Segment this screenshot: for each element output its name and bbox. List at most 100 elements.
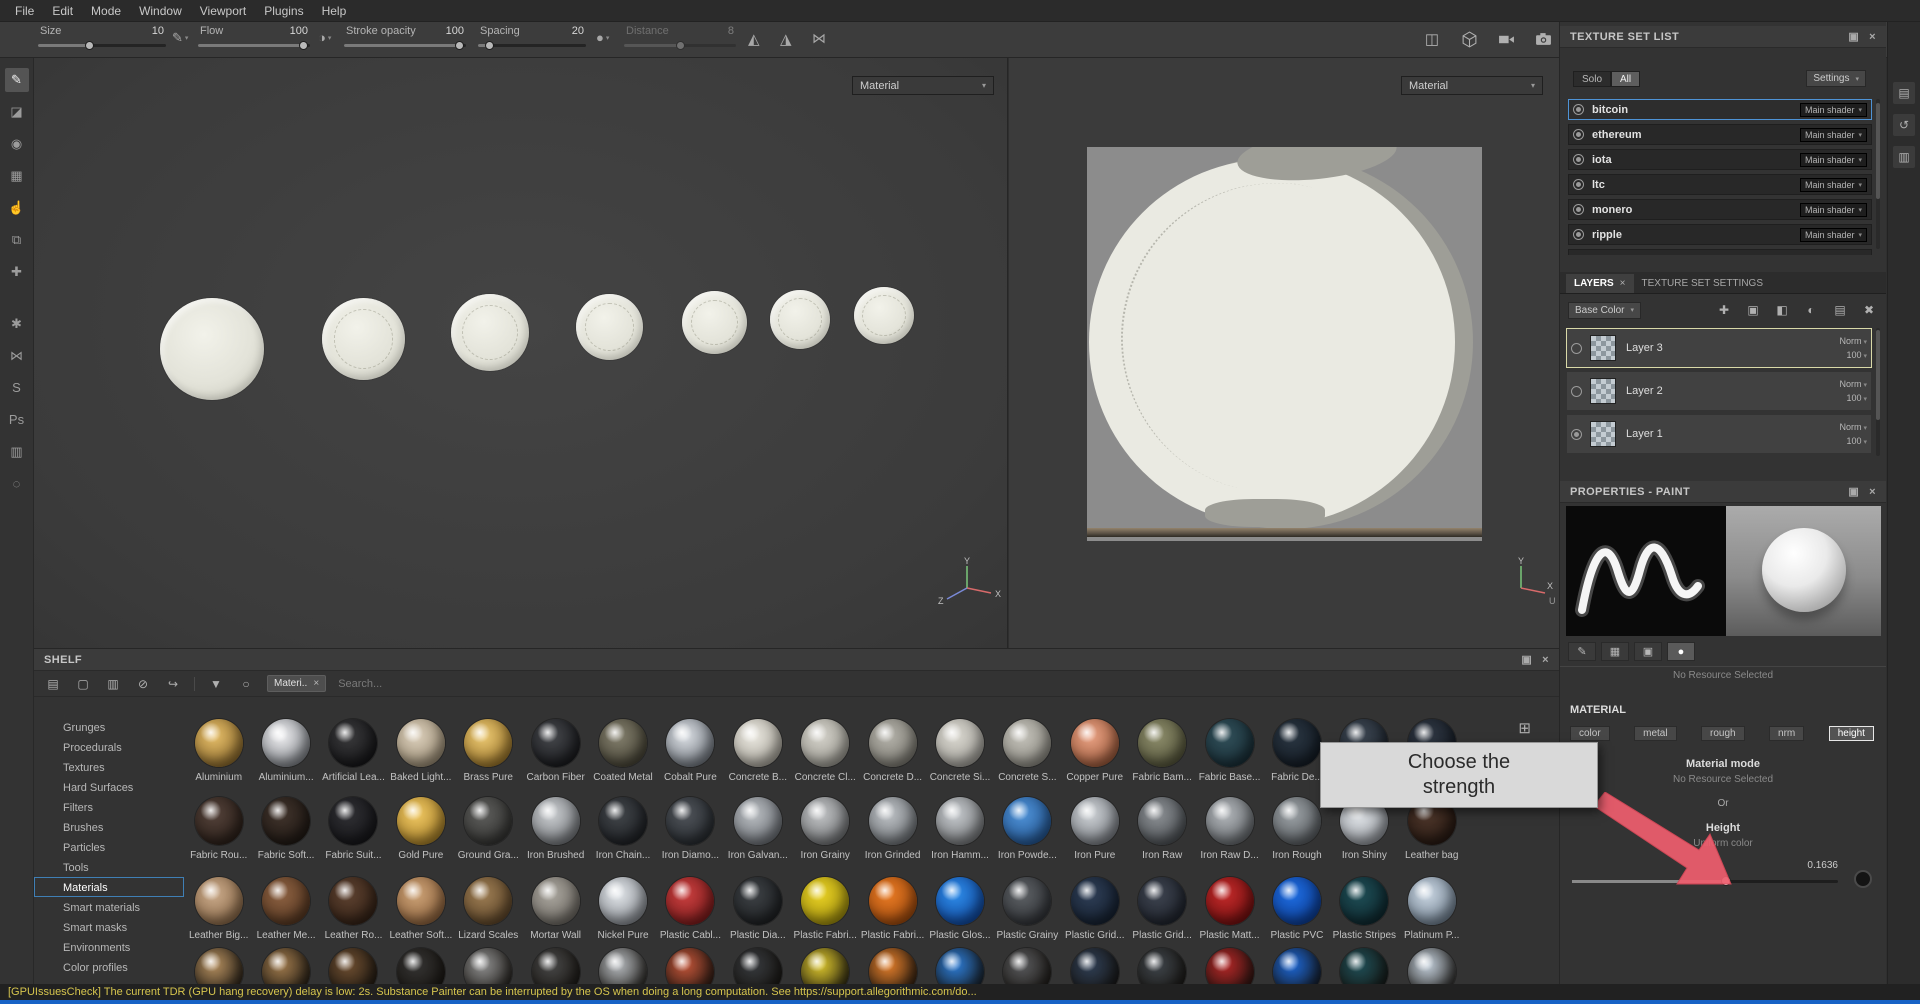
material-carbon-fiber[interactable]: Carbon Fiber [522, 719, 589, 783]
material-cobalt-pure[interactable]: Cobalt Pure [657, 719, 724, 783]
material-lizard-scales[interactable]: Lizard Scales [455, 877, 522, 941]
add-layer-icon[interactable]: ▣ [1744, 303, 1762, 317]
visibility-radio-icon[interactable] [1573, 154, 1584, 165]
material-item[interactable] [185, 948, 252, 984]
stroke-opacity-control[interactable]: Stroke opacity 100 [344, 24, 466, 56]
material-fabric-bam[interactable]: Fabric Bam... [1128, 719, 1195, 783]
material-iron-chain[interactable]: Iron Chain... [589, 797, 656, 861]
material-item[interactable] [994, 948, 1061, 984]
shader-select[interactable]: Main shader [1799, 127, 1867, 142]
viewport-3d[interactable]: Material Y X Z [34, 58, 1008, 648]
material-concrete-d[interactable]: Concrete D... [859, 719, 926, 783]
paint-tool[interactable]: ✎ [4, 68, 29, 92]
symmetry-icon[interactable]: ⋈ [5, 344, 29, 368]
shading-mode-select-2d[interactable]: Material [1401, 76, 1543, 95]
material-concrete-s[interactable]: Concrete S... [994, 719, 1061, 783]
layer-radio-icon[interactable] [1571, 428, 1582, 440]
material-plastic-pvc[interactable]: Plastic PVC [1263, 877, 1330, 941]
material-iron-powde[interactable]: Iron Powde... [994, 797, 1061, 861]
shading-mode-select-3d[interactable]: Material [852, 76, 994, 95]
material-leather-big[interactable]: Leather Big... [185, 877, 252, 941]
viewport-layout-icon[interactable]: ◫ [1420, 27, 1444, 51]
filter-circle-icon[interactable]: ○ [237, 677, 255, 691]
visibility-radio-icon[interactable] [1573, 179, 1584, 190]
tab-layers[interactable]: LAYERS × [1566, 274, 1634, 293]
material-item[interactable] [1128, 948, 1195, 984]
texture-set-ripple[interactable]: ripple Main shader [1568, 224, 1872, 245]
material-item[interactable] [724, 948, 791, 984]
material-iron-grainy[interactable]: Iron Grainy [792, 797, 859, 861]
menu-viewport[interactable]: Viewport [191, 2, 255, 20]
shelf-category-color-profiles[interactable]: Color profiles [34, 957, 184, 977]
texture-set-bitcoin[interactable]: bitcoin Main shader [1568, 99, 1872, 120]
screenshot-camera-icon[interactable] [1531, 27, 1555, 51]
shelf-category-textures[interactable]: Textures [34, 757, 184, 777]
material-baked-light[interactable]: Baked Light... [387, 719, 454, 783]
material-platinum-p[interactable]: Platinum P... [1398, 877, 1465, 941]
material-iron-galvan[interactable]: Iron Galvan... [724, 797, 791, 861]
texture-set-ltc[interactable]: ltc Main shader [1568, 174, 1872, 195]
all-button[interactable]: All [1611, 71, 1641, 87]
shelf-filter-tag[interactable]: Materi.. × [267, 675, 327, 692]
material-plastic-stripes[interactable]: Plastic Stripes [1331, 877, 1398, 941]
perspective-cube-icon[interactable] [1457, 27, 1481, 51]
layer-thumbnail[interactable] [1590, 378, 1616, 404]
polygon-fill-tool[interactable]: ▦ [5, 164, 29, 188]
expand-icon[interactable]: ▣ [1521, 653, 1532, 666]
material-concrete-b[interactable]: Concrete B... [724, 719, 791, 783]
channel-metal[interactable]: metal [1634, 726, 1677, 741]
channel-color[interactable]: color [1570, 726, 1610, 741]
script-icon[interactable]: ▥ [5, 440, 29, 464]
render-icon[interactable]: ◌ [5, 472, 29, 496]
display-settings-icon[interactable]: ▤ [1893, 82, 1915, 104]
settings-dropdown[interactable]: Settings [1806, 70, 1866, 87]
material-plastic-fabri[interactable]: Plastic Fabri... [859, 877, 926, 941]
shader-select[interactable]: Main shader [1799, 152, 1867, 167]
material-tab[interactable]: ● [1667, 642, 1695, 661]
material-plastic-cabl[interactable]: Plastic Cabl... [657, 877, 724, 941]
shader-select[interactable]: Main shader [1799, 102, 1867, 117]
visibility-radio-icon[interactable] [1573, 229, 1584, 240]
layer-radio-icon[interactable] [1571, 385, 1582, 397]
material-item[interactable] [522, 948, 589, 984]
clone-tool[interactable]: ⧉ [5, 228, 29, 252]
menu-edit[interactable]: Edit [43, 2, 82, 20]
layer-thumbnail[interactable] [1590, 421, 1616, 447]
material-plastic-dia[interactable]: Plastic Dia... [724, 877, 791, 941]
material-item[interactable] [320, 948, 387, 984]
menu-plugins[interactable]: Plugins [255, 2, 312, 20]
material-concrete-si[interactable]: Concrete Si... [926, 719, 993, 783]
material-leather-soft[interactable]: Leather Soft... [387, 877, 454, 941]
material-aluminium[interactable]: Aluminium [185, 719, 252, 783]
material-item[interactable] [1398, 948, 1465, 984]
layer-thumbnail[interactable] [1590, 335, 1616, 361]
material-iron-diamo[interactable]: Iron Diamo... [657, 797, 724, 861]
viewport-2d[interactable]: Material Y X U [1009, 58, 1559, 648]
material-fabric-soft[interactable]: Fabric Soft... [252, 797, 319, 861]
alpha-tab[interactable]: ▦ [1601, 642, 1629, 661]
channel-nrm[interactable]: nrm [1769, 726, 1805, 741]
material-item[interactable] [859, 948, 926, 984]
tab-texture-set-settings[interactable]: TEXTURE SET SETTINGS [1634, 274, 1772, 293]
shelf-category-grunges[interactable]: Grunges [34, 717, 184, 737]
smudge-tool[interactable]: ☝ [5, 196, 29, 220]
hide-resources-icon[interactable]: ⊘ [134, 677, 152, 691]
camera-video-icon[interactable] [1494, 27, 1518, 51]
blend-mode-select[interactable]: Norm [1840, 379, 1867, 389]
brush-falloff-icon[interactable]: ✎ ▾ [172, 30, 188, 46]
material-fabric-base[interactable]: Fabric Base... [1196, 719, 1263, 783]
add-mask-icon[interactable]: ◐ [1802, 303, 1820, 317]
add-effect-icon[interactable]: ✚ [1715, 303, 1733, 317]
material-plastic-fabri[interactable]: Plastic Fabri... [792, 877, 859, 941]
channel-rough[interactable]: rough [1701, 726, 1745, 741]
shader-select[interactable]: Main shader [1799, 177, 1867, 192]
filter-tag-close-icon[interactable]: × [313, 678, 319, 689]
material-item[interactable] [455, 948, 522, 984]
material-item[interactable] [1263, 948, 1330, 984]
delete-layer-icon[interactable]: ✖ [1860, 303, 1878, 317]
material-iron-raw[interactable]: Iron Raw [1128, 797, 1195, 861]
menu-help[interactable]: Help [313, 2, 356, 20]
material-ground-gra[interactable]: Ground Gra... [455, 797, 522, 861]
texture-set-monero[interactable]: monero Main shader [1568, 199, 1872, 220]
shelf-category-smart-materials[interactable]: Smart materials [34, 897, 184, 917]
